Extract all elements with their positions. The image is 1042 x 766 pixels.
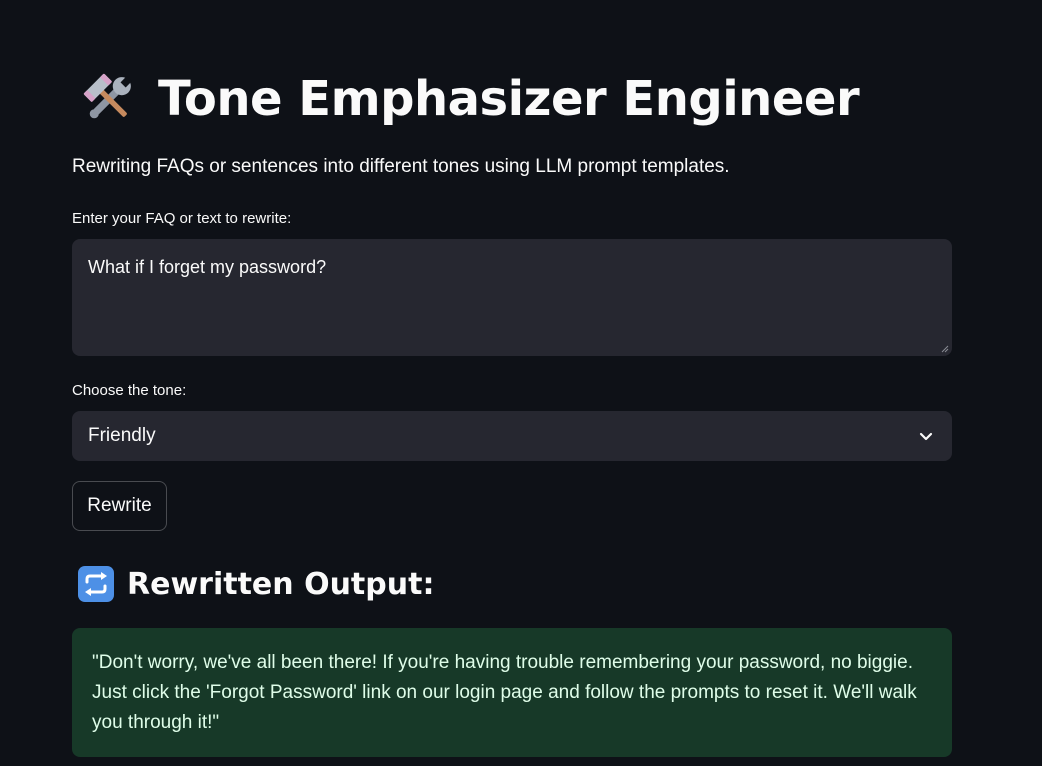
rewritten-output-box: "Don't worry, we've all been there! If y… [72, 628, 952, 757]
faq-text-area[interactable]: What if I forget my password? [72, 239, 952, 356]
text-input-label: Enter your FAQ or text to rewrite: [72, 210, 292, 227]
resize-handle-icon[interactable] [941, 345, 949, 353]
rewritten-output-text: "Don't worry, we've all been there! If y… [92, 652, 917, 733]
repeat-icon [78, 566, 114, 602]
page-title: Tone Emphasizer Engineer [158, 71, 860, 127]
tone-select[interactable]: Friendly [72, 411, 952, 461]
output-title: Rewritten Output: [127, 566, 435, 602]
tone-select-label: Choose the tone: [72, 382, 187, 399]
hammer-and-wrench-icon [83, 73, 133, 119]
app-page: Tone Emphasizer Engineer Rewriting FAQs … [0, 0, 1042, 766]
rewrite-button-label: Rewrite [87, 495, 152, 516]
tone-select-value: Friendly [88, 425, 156, 446]
page-header: Tone Emphasizer Engineer [80, 66, 860, 132]
page-subtitle: Rewriting FAQs or sentences into differe… [72, 156, 730, 177]
output-heading: Rewritten Output: [78, 566, 434, 602]
rewrite-button[interactable]: Rewrite [72, 481, 167, 531]
faq-text-value: What if I forget my password? [88, 257, 327, 277]
chevron-down-icon [919, 432, 933, 441]
